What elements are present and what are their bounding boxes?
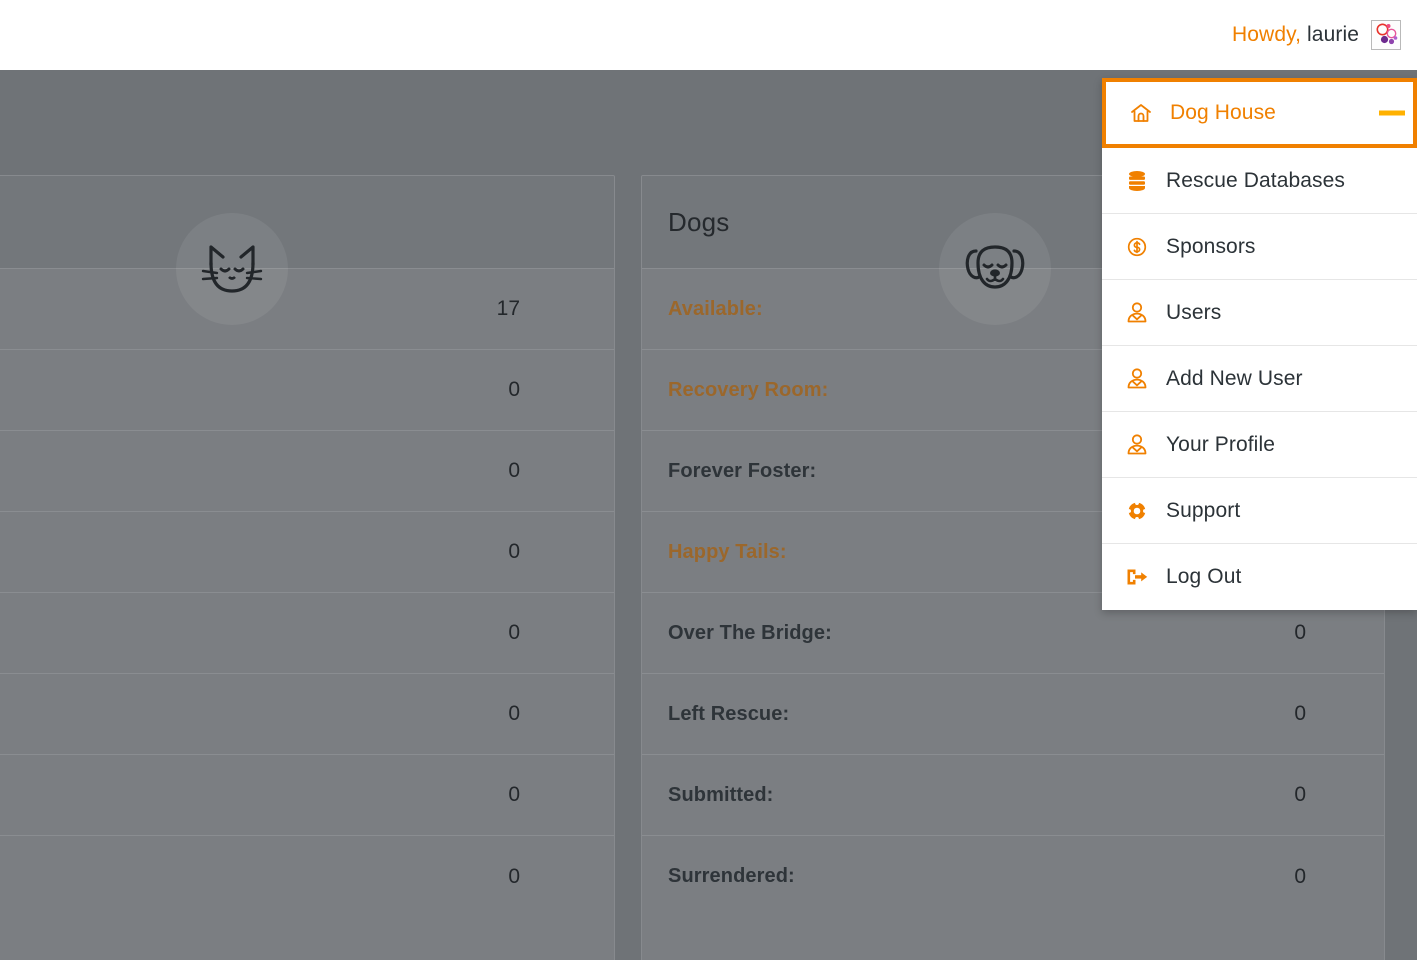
menu-item-sponsors[interactable]: Sponsors — [1102, 214, 1417, 280]
menu-item-label: Dog House — [1170, 101, 1276, 124]
collapse-dash-icon[interactable] — [1379, 110, 1405, 116]
howdy-username: laurie — [1307, 23, 1359, 46]
admin-bar: Howdy, laurie — [0, 0, 1417, 70]
stat-row: Happy Tails: 0 — [0, 512, 614, 593]
stat-row: Left Rescue: 0 — [642, 674, 1384, 755]
stat-label: Available: — [668, 297, 763, 320]
stat-row: Forever Foster: 0 — [0, 431, 614, 512]
menu-item-your-profile[interactable]: Your Profile — [1102, 412, 1417, 478]
stat-row: Available: 17 — [0, 269, 614, 350]
stat-label: Happy Tails: — [668, 540, 787, 563]
avatar[interactable] — [1371, 20, 1401, 50]
stat-label: Submitted: — [668, 783, 774, 806]
stat-label: Recovery Room: — [668, 378, 829, 401]
user-icon — [1120, 301, 1154, 325]
lifebuoy-icon — [1120, 500, 1154, 522]
menu-item-label: Log Out — [1166, 565, 1242, 588]
menu-item-rescue-databases[interactable]: Rescue Databases — [1102, 148, 1417, 214]
stat-row: Recovery Room: 0 — [0, 350, 614, 431]
stat-value: 17 — [496, 297, 520, 320]
stat-value: 0 — [1294, 783, 1306, 806]
howdy-prefix: Howdy, — [1232, 23, 1302, 46]
stat-label: Left Rescue: — [668, 702, 790, 725]
dollar-circle-icon — [1120, 236, 1154, 258]
menu-item-dog-house[interactable]: Dog House — [1102, 78, 1417, 148]
stat-label: Over The Bridge: — [668, 621, 832, 644]
stat-value: 0 — [508, 378, 520, 401]
account-menu-trigger[interactable]: Howdy, laurie — [1232, 20, 1417, 50]
stat-value: 0 — [508, 540, 520, 563]
stat-value: 0 — [508, 783, 520, 806]
panel-cats-rows: Available: 17 Recovery Room: 0 Forever F… — [0, 269, 614, 917]
account-dropdown-menu: Dog House Rescue Databases Sponsors User… — [1102, 78, 1417, 610]
menu-item-add-new-user[interactable]: Add New User — [1102, 346, 1417, 412]
menu-item-label: Users — [1166, 300, 1222, 324]
menu-item-label: Sponsors — [1166, 234, 1256, 258]
stat-value: 0 — [1294, 864, 1306, 888]
menu-item-label: Rescue Databases — [1166, 168, 1346, 192]
stat-value: 0 — [1294, 702, 1306, 725]
menu-item-label: Add New User — [1166, 366, 1303, 390]
menu-item-log-out[interactable]: Log Out — [1102, 544, 1417, 610]
logout-icon — [1120, 567, 1154, 587]
database-icon — [1120, 169, 1154, 193]
user-icon — [1120, 433, 1154, 457]
user-avatar-icon — [1376, 23, 1398, 45]
howdy-greeting: Howdy, laurie — [1232, 23, 1359, 47]
screen: Howdy, laurie Cats — [0, 0, 1417, 960]
stat-value: 0 — [508, 459, 520, 482]
stat-value: 0 — [508, 864, 520, 888]
menu-item-label: Support — [1166, 498, 1241, 522]
stat-row: Over The Bridge: 0 — [0, 593, 614, 674]
stat-row: Surrendered: 0 — [642, 836, 1384, 917]
menu-item-support[interactable]: Support — [1102, 478, 1417, 544]
stat-value: 0 — [1294, 621, 1306, 644]
stat-label: Surrendered: — [668, 865, 795, 887]
menu-item-users[interactable]: Users — [1102, 280, 1417, 346]
stat-row: Left Rescue: 0 — [0, 674, 614, 755]
stat-row: Submitted: 0 — [0, 755, 614, 836]
panel-cats: Cats Available: — [0, 175, 615, 960]
home-icon — [1124, 101, 1158, 125]
stat-row: Submitted: 0 — [642, 755, 1384, 836]
stat-label: Forever Foster: — [668, 459, 817, 482]
user-icon — [1120, 367, 1154, 391]
panel-dogs-title: Dogs — [668, 206, 730, 237]
panel-cats-header: Cats — [0, 176, 614, 325]
menu-item-label: Your Profile — [1166, 432, 1275, 456]
stat-row: Surrendered: 0 — [0, 836, 614, 917]
stat-value: 0 — [508, 621, 520, 644]
stat-value: 0 — [508, 702, 520, 725]
